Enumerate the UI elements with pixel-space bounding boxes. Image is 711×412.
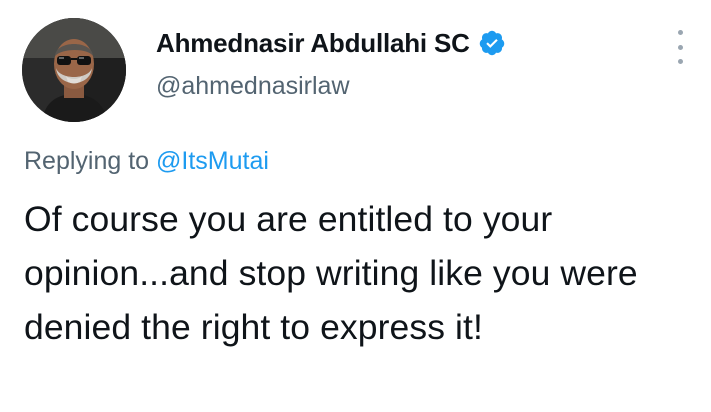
replying-to-line: Replying to @ItsMutai xyxy=(24,147,269,176)
replying-to-prefix: Replying to xyxy=(24,147,150,175)
avatar-image xyxy=(22,18,126,122)
tweet-text: Of course you are entitled to your opini… xyxy=(24,199,638,347)
author-display-name[interactable]: Ahmednasir Abdullahi SC xyxy=(156,28,470,59)
more-dot xyxy=(677,44,683,50)
more-dot xyxy=(677,30,683,35)
author-name-row: Ahmednasir Abdullahi SC xyxy=(156,24,506,62)
author-handle[interactable]: @ahmednasirlaw xyxy=(156,72,506,101)
tweet: Ahmednasir Abdullahi SC @ahmednasirlaw R… xyxy=(0,0,711,412)
more-dot xyxy=(677,59,683,64)
replying-to-handle-link[interactable]: @ItsMutai xyxy=(156,147,269,175)
more-options-icon[interactable] xyxy=(668,30,692,64)
tweet-header: Ahmednasir Abdullahi SC @ahmednasirlaw xyxy=(156,24,506,101)
profile-avatar[interactable] xyxy=(22,18,126,122)
verified-badge-icon xyxy=(478,29,506,57)
